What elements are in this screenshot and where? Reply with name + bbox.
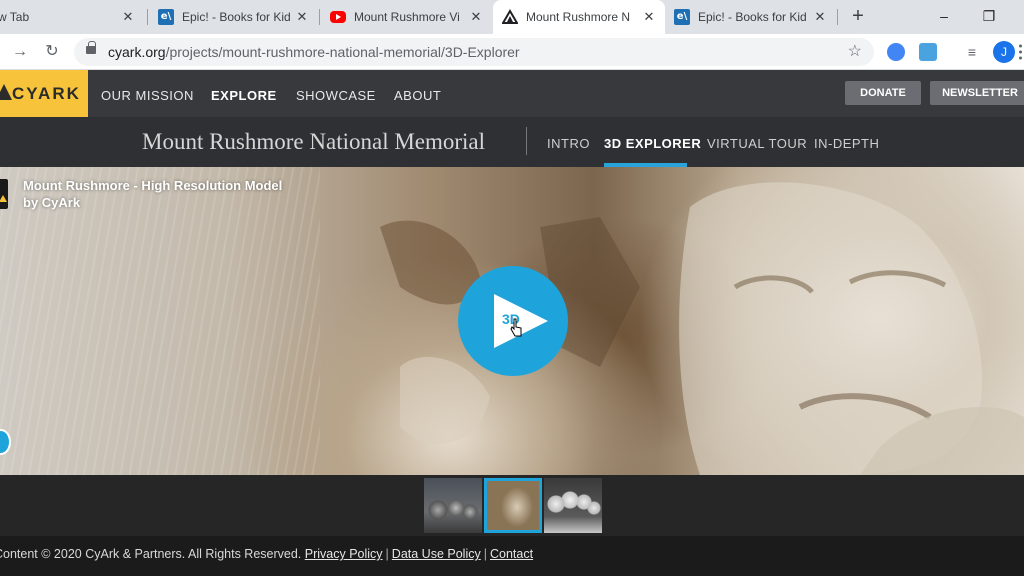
media-queue-icon[interactable]: ≡: [960, 40, 984, 64]
subnav-3d-explorer[interactable]: 3D EXPLORER: [604, 136, 701, 151]
tab-mount-rushmore-active[interactable]: Mount Rushmore N ✕: [493, 0, 665, 34]
data-use-policy-link[interactable]: Data Use Policy: [392, 547, 481, 561]
browser-tab-strip: w Tab ✕ e\ Epic! - Books for Kid ✕ Mount…: [0, 0, 1024, 34]
tab-epic-books-2[interactable]: e\ Epic! - Books for Kid ✕: [666, 0, 836, 34]
url-text[interactable]: cyark.org/projects/mount-rushmore-nation…: [108, 44, 520, 60]
menu-kebab-icon[interactable]: [1019, 44, 1022, 60]
minimize-button[interactable]: –: [932, 4, 956, 28]
epic-icon: e\: [674, 9, 690, 25]
thumbnail-mount-rushmore-2[interactable]: [484, 478, 542, 533]
tab-title: Epic! - Books for Kid: [182, 10, 290, 24]
subnav-virtual-tour[interactable]: VIRTUAL TOUR: [707, 136, 807, 151]
privacy-policy-link[interactable]: Privacy Policy: [305, 547, 383, 561]
close-tab-icon[interactable]: ✕: [812, 9, 828, 25]
cloud-extension-icon[interactable]: [919, 43, 937, 61]
epic-icon: e\: [158, 9, 174, 25]
cyark-model-icon[interactable]: [0, 179, 8, 209]
tab-separator: [147, 9, 148, 25]
footer-separator: |: [483, 547, 487, 561]
address-bar[interactable]: cyark.org/projects/mount-rushmore-nation…: [74, 38, 874, 66]
maximize-button[interactable]: ❐: [977, 4, 1001, 28]
subnav-intro[interactable]: INTRO: [547, 136, 590, 151]
donate-button[interactable]: DONATE: [845, 81, 921, 105]
divider: [526, 127, 527, 155]
close-tab-icon[interactable]: ✕: [641, 9, 657, 25]
lock-icon: [86, 41, 96, 54]
browser-toolbar: → ↻ cyark.org/projects/mount-rushmore-na…: [0, 34, 1024, 70]
newsletter-button[interactable]: NEWSLETTER: [930, 81, 1024, 105]
thumbnail-mount-rushmore-1[interactable]: [424, 478, 482, 533]
youtube-icon: [330, 11, 346, 23]
forward-arrow-icon[interactable]: →: [8, 40, 32, 64]
close-tab-icon[interactable]: ✕: [120, 9, 136, 25]
subnav-in-depth[interactable]: IN-DEPTH: [814, 136, 879, 151]
project-header: Mount Rushmore National Memorial INTRO 3…: [0, 117, 1024, 167]
cyark-icon: [502, 9, 518, 24]
model-title[interactable]: Mount Rushmore - High Resolution Model: [23, 178, 282, 193]
cyark-logo-icon: [0, 84, 12, 100]
tab-separator: [319, 9, 320, 25]
close-tab-icon[interactable]: ✕: [468, 9, 484, 25]
url-domain: cyark.org: [108, 44, 166, 60]
close-tab-icon[interactable]: ✕: [294, 9, 310, 25]
tab-epic-books[interactable]: e\ Epic! - Books for Kid ✕: [150, 0, 318, 34]
logo-text: CYARK: [12, 84, 81, 103]
url-path: /projects/mount-rushmore-national-memori…: [165, 44, 520, 60]
footer-separator: |: [385, 547, 389, 561]
tab-title: Mount Rushmore Vi: [354, 10, 460, 24]
thumbnail-mount-rushmore-3[interactable]: [544, 478, 602, 533]
profile-avatar[interactable]: J: [993, 41, 1015, 63]
nav-our-mission[interactable]: OUR MISSION: [101, 88, 194, 103]
tab-title: Mount Rushmore N: [526, 10, 631, 24]
tab-separator: [837, 9, 838, 25]
cyark-logo[interactable]: CYARK: [0, 70, 88, 117]
copyright-text: Content © 2020 CyArk & Partners. All Rig…: [0, 547, 302, 561]
new-tab-button[interactable]: +: [846, 5, 870, 29]
nav-about[interactable]: ABOUT: [394, 88, 441, 103]
nav-explore[interactable]: EXPLORE: [211, 88, 277, 103]
site-footer: Content © 2020 CyArk & Partners. All Rig…: [0, 536, 1024, 576]
search-extension-icon[interactable]: [887, 43, 905, 61]
site-header: CYARK OUR MISSION EXPLORE SHOWCASE ABOUT…: [0, 70, 1024, 117]
model-author[interactable]: by CyArk: [23, 195, 80, 210]
thumbnail-strip: [0, 475, 1024, 536]
footer-text: Content © 2020 CyArk & Partners. All Rig…: [0, 547, 533, 561]
tab-title: Epic! - Books for Kid: [698, 10, 806, 24]
tab-new-tab[interactable]: w Tab ✕: [0, 0, 144, 34]
tab-mount-rushmore-video[interactable]: Mount Rushmore Vi ✕: [322, 0, 492, 34]
hand-cursor-icon: [510, 318, 522, 337]
bookmark-star-icon[interactable]: ☆: [848, 41, 862, 61]
nav-showcase[interactable]: SHOWCASE: [296, 88, 376, 103]
reload-icon[interactable]: ↻: [40, 40, 64, 64]
project-title: Mount Rushmore National Memorial: [142, 129, 486, 154]
contact-link[interactable]: Contact: [490, 547, 533, 561]
tab-title: w Tab: [0, 10, 30, 24]
